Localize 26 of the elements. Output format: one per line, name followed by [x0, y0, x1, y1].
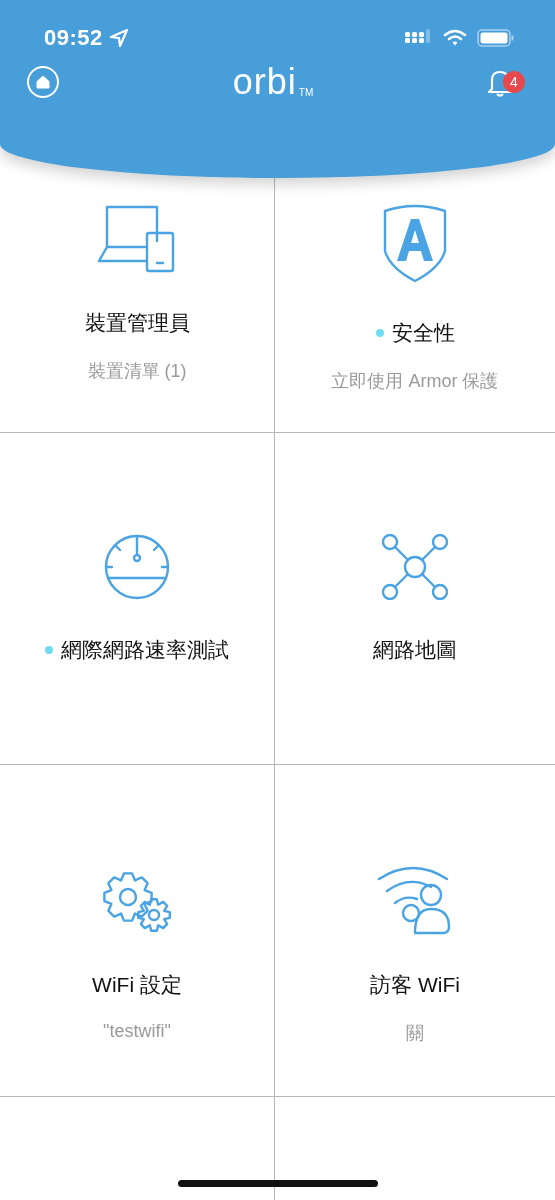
location-arrow-icon	[108, 28, 129, 48]
notifications-button[interactable]: 4	[487, 62, 531, 102]
home-button[interactable]	[27, 66, 59, 98]
tile-title: WiFi 設定	[92, 971, 182, 998]
battery-icon	[477, 29, 515, 47]
logo: orbi	[232, 64, 297, 100]
tile-title: 網際網路速率測試	[61, 636, 229, 663]
wifi-icon	[443, 29, 467, 47]
menu-tile[interactable]: 網際網路速率測試	[0, 433, 275, 765]
trademark-mark: TM	[298, 87, 314, 98]
status-time: 09:52	[44, 25, 103, 51]
tile-subtitle: 立即使用 Armor 保護	[331, 370, 499, 393]
tile-title: 訪客 WiFi	[370, 972, 460, 998]
network-icon	[380, 533, 450, 600]
tile-subtitle: "testwifi"	[103, 1020, 171, 1042]
tile-title: 網路地圖	[373, 636, 457, 663]
devices-icon	[97, 203, 177, 273]
gauge-icon	[102, 533, 172, 600]
tile-subtitle: 關	[406, 1022, 424, 1045]
house-icon	[36, 75, 50, 89]
tile-subtitle: 裝置清單 (1)	[87, 360, 187, 383]
menu-tile[interactable]: 裝置管理員 裝置清單 (1)	[0, 178, 275, 433]
notification-badge: 4	[503, 71, 525, 93]
tile-title: 裝置管理員	[84, 310, 190, 336]
tile-title: 安全性	[391, 320, 455, 346]
menu-tile[interactable]: WiFi 設定 "testwifi"	[0, 765, 275, 1097]
